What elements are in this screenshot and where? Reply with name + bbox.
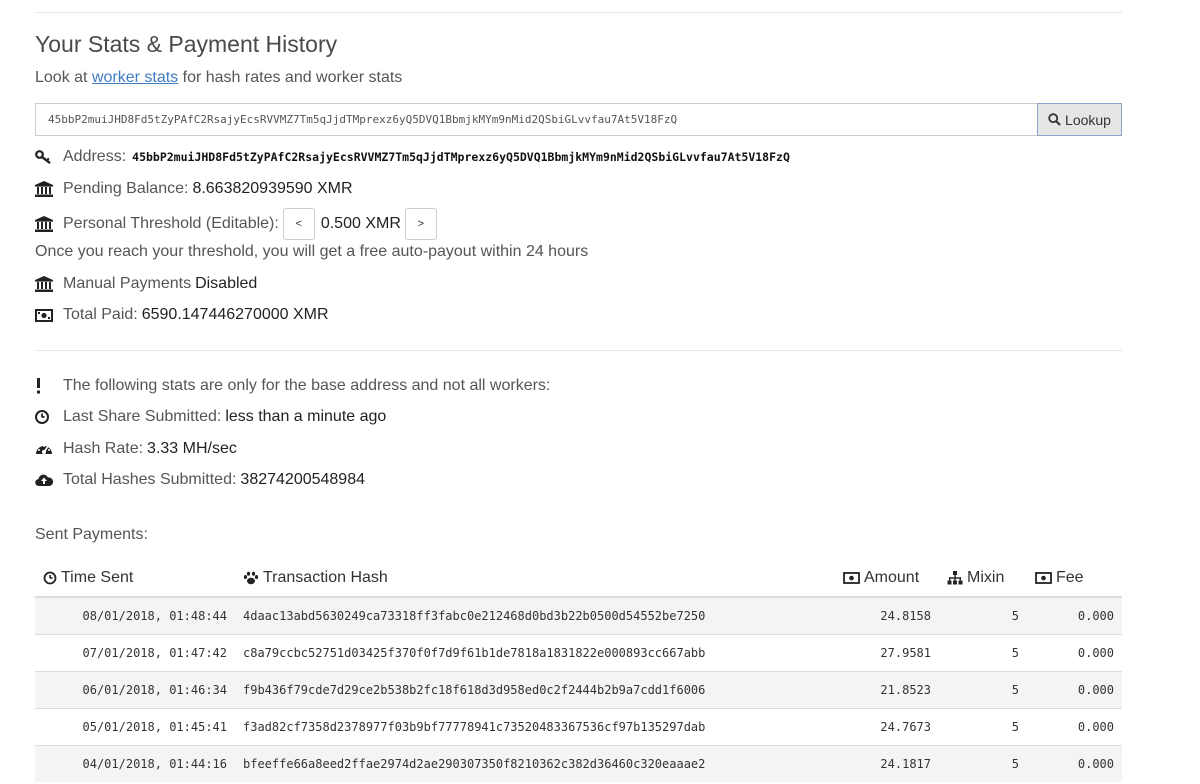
- pending-balance-line: Pending Balance: 8.663820939590 XMR: [35, 178, 353, 200]
- threshold-increase-button[interactable]: >: [404, 208, 437, 240]
- col-time-sent[interactable]: Time Sent: [35, 562, 235, 598]
- money-icon: [35, 306, 55, 324]
- page-title: Your Stats & Payment History: [35, 31, 338, 57]
- payment-time: 08/01/2018, 01:48:44: [35, 596, 235, 634]
- hash-rate-value: 3.33 MH/sec: [147, 440, 237, 457]
- threshold-note: Once you reach your threshold, you will …: [35, 243, 589, 260]
- payment-hash[interactable]: f9b436f79cde7d29ce2b538b2fc18f618d3d958e…: [235, 670, 835, 708]
- pending-balance-label: Pending Balance:: [63, 180, 189, 197]
- total-paid-label: Total Paid:: [63, 306, 138, 323]
- threshold-value: 0.500 XMR: [320, 215, 401, 232]
- total-hashes-value: 38274200548984: [240, 471, 365, 488]
- mid-divider: [35, 350, 1122, 351]
- lookup-button[interactable]: Lookup: [1037, 103, 1122, 136]
- top-divider: [35, 12, 1122, 13]
- payment-hash[interactable]: 4daac13abd5630249ca73318ff3fabc0e212468d…: [235, 596, 835, 634]
- threshold-line: Personal Threshold (Editable): < 0.500 X…: [35, 208, 437, 240]
- payment-amount: 24.1817: [835, 744, 939, 782]
- total-paid-value: 6590.147446270000 XMR: [141, 306, 329, 323]
- bank-icon: [35, 180, 55, 198]
- col-amount[interactable]: Amount: [835, 562, 939, 598]
- search-icon: [1048, 113, 1061, 126]
- col-mixin[interactable]: Mixin: [939, 562, 1027, 598]
- address-line: Address: 45bbP2muiJHD8Fd5tZyPAfC2RsajyEc…: [35, 146, 790, 168]
- last-share-label: Last Share Submitted:: [63, 408, 222, 425]
- manual-payments-label: Manual Payments: [63, 275, 192, 292]
- hash-rate-label: Hash Rate:: [63, 440, 144, 457]
- table-row: 05/01/2018, 01:45:41 f3ad82cf7358d237897…: [35, 707, 1122, 745]
- payment-amount: 27.9581: [835, 633, 939, 671]
- col-amount-label: Amount: [864, 569, 920, 586]
- table-row: 06/01/2018, 01:46:34 f9b436f79cde7d29ce2…: [35, 670, 1122, 708]
- last-share-line: Last Share Submitted: less than a minute…: [35, 406, 386, 428]
- payment-fee: 0.000: [1027, 707, 1122, 745]
- payment-fee: 0.000: [1027, 633, 1122, 671]
- lookup-button-label: Lookup: [1065, 111, 1111, 128]
- hash-rate-line: Hash Rate: 3.33 MH/sec: [35, 438, 237, 460]
- total-paid-line: Total Paid: 6590.147446270000 XMR: [35, 304, 329, 326]
- col-transaction-hash[interactable]: Transaction Hash: [235, 562, 835, 598]
- payment-hash[interactable]: c8a79ccbc52751d03425f370f0f7d9f61b1de781…: [235, 633, 835, 671]
- payment-mixin: 5: [939, 744, 1027, 782]
- payment-amount: 24.7673: [835, 707, 939, 745]
- manual-payments-line: Manual Payments Disabled: [35, 273, 257, 295]
- payment-time: 04/01/2018, 01:44:16: [35, 744, 235, 782]
- base-notice-text: The following stats are only for the bas…: [63, 377, 551, 394]
- payment-hash[interactable]: bfeeffe66a8eed2ffae2974d2ae290307350f821…: [235, 744, 835, 782]
- exclamation-icon: [35, 377, 55, 395]
- payments-table: Time Sent Transaction Hash Amount Mixin …: [35, 562, 1122, 782]
- total-hashes-line: Total Hashes Submitted: 38274200548984: [35, 469, 365, 491]
- address-lookup: Lookup: [35, 103, 1122, 136]
- clock-icon: [43, 571, 57, 584]
- payments-header-row: Time Sent Transaction Hash Amount Mixin …: [35, 562, 1122, 598]
- cloud-upload-icon: [35, 471, 55, 489]
- payment-amount: 21.8523: [835, 670, 939, 708]
- address-input[interactable]: [35, 103, 1037, 136]
- col-time-sent-label: Time Sent: [61, 568, 134, 586]
- payment-time: 05/01/2018, 01:45:41: [35, 707, 235, 745]
- dashboard-icon: [35, 440, 55, 458]
- col-fee[interactable]: Fee: [1027, 562, 1122, 598]
- subtitle-suffix: for hash rates and worker stats: [182, 69, 403, 86]
- key-icon: [35, 148, 55, 166]
- worker-stats-link[interactable]: worker stats: [92, 69, 178, 86]
- payment-fee: 0.000: [1027, 670, 1122, 708]
- payment-mixin: 5: [939, 633, 1027, 671]
- subtitle-prefix: Look at: [35, 69, 88, 86]
- table-row: 07/01/2018, 01:47:42 c8a79ccbc52751d0342…: [35, 633, 1122, 671]
- total-hashes-label: Total Hashes Submitted:: [63, 471, 237, 488]
- sitemap-icon: [947, 570, 963, 584]
- page-subtitle: Look at worker stats for hash rates and …: [35, 69, 402, 87]
- payment-hash[interactable]: f3ad82cf7358d2378977f03b9bf77778941c7352…: [235, 707, 835, 745]
- address-value: 45bbP2muiJHD8Fd5tZyPAfC2RsajyEcsRVVMZ7Tm…: [132, 150, 790, 164]
- payment-mixin: 5: [939, 670, 1027, 708]
- clock-icon: [35, 408, 55, 426]
- payment-time: 07/01/2018, 01:47:42: [35, 633, 235, 671]
- sent-payments-title: Sent Payments:: [35, 526, 148, 543]
- paw-icon: [243, 571, 259, 584]
- money-icon: [843, 572, 860, 584]
- col-fee-label: Fee: [1056, 569, 1084, 586]
- threshold-decrease-button[interactable]: <: [282, 208, 315, 240]
- address-label: Address:: [63, 148, 127, 165]
- manual-payments-value: Disabled: [195, 275, 258, 292]
- bank-icon: [35, 215, 55, 233]
- payment-mixin: 5: [939, 596, 1027, 634]
- last-share-value: less than a minute ago: [225, 408, 387, 425]
- base-notice-line: The following stats are only for the bas…: [35, 375, 550, 397]
- threshold-label: Personal Threshold (Editable):: [63, 215, 279, 232]
- table-row: 08/01/2018, 01:48:44 4daac13abd5630249ca…: [35, 596, 1122, 634]
- payment-mixin: 5: [939, 707, 1027, 745]
- bank-icon: [35, 275, 55, 293]
- pending-balance-value: 8.663820939590 XMR: [192, 180, 353, 197]
- money-icon: [1035, 572, 1052, 584]
- col-transaction-hash-label: Transaction Hash: [263, 568, 388, 586]
- payment-fee: 0.000: [1027, 744, 1122, 782]
- payment-amount: 24.8158: [835, 596, 939, 634]
- col-mixin-label: Mixin: [967, 568, 1005, 586]
- payment-time: 06/01/2018, 01:46:34: [35, 670, 235, 708]
- payment-fee: 0.000: [1027, 596, 1122, 634]
- table-row: 04/01/2018, 01:44:16 bfeeffe66a8eed2ffae…: [35, 744, 1122, 782]
